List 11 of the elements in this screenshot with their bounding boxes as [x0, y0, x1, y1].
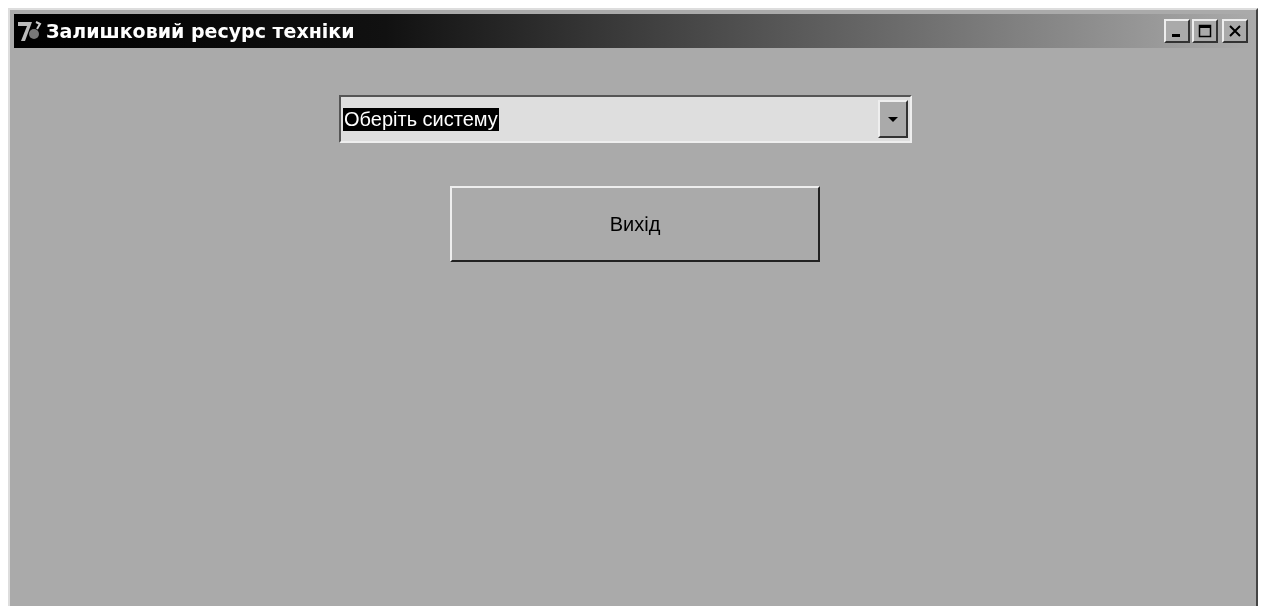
minimize-button[interactable] [1164, 19, 1190, 43]
exit-button[interactable]: Вихід [450, 186, 820, 262]
system-dropdown[interactable]: Оберіть систему [339, 95, 912, 143]
maximize-icon [1198, 24, 1212, 38]
close-button[interactable] [1222, 19, 1248, 43]
dropdown-value: Оберіть систему [343, 107, 499, 131]
window-title: Залишковий ресурс техніки [46, 20, 355, 42]
app-icon [16, 20, 42, 42]
maximize-button[interactable] [1192, 19, 1218, 43]
minimize-icon [1171, 33, 1180, 37]
close-icon [1228, 24, 1242, 38]
